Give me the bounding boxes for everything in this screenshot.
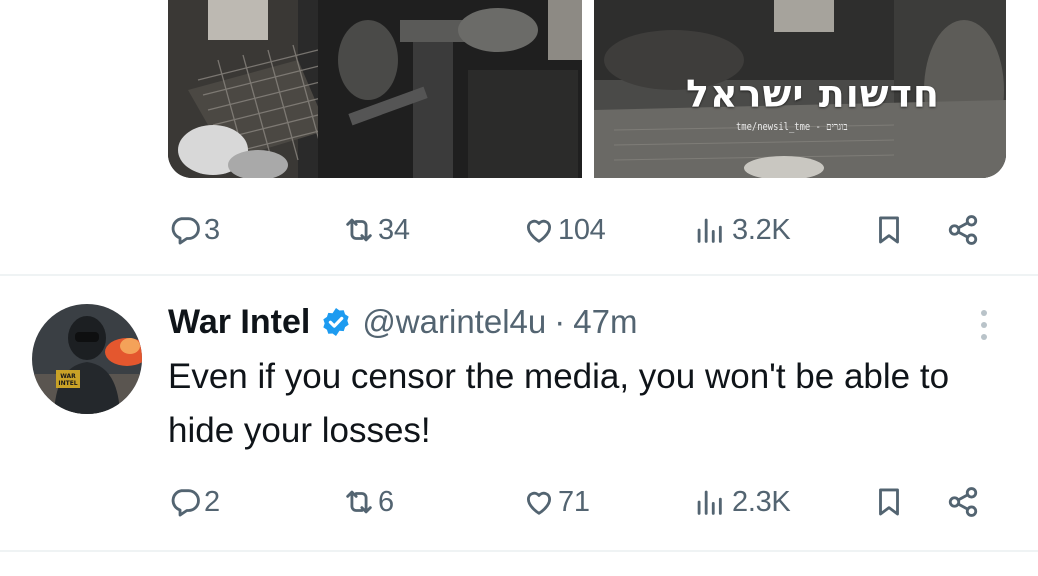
avatar[interactable]: WAR INTEL	[32, 304, 142, 414]
reply-button[interactable]: 3	[168, 210, 220, 250]
like-count: 71	[558, 485, 590, 518]
watermark-subtitle: tme/newsil_tme - בוגרים	[736, 120, 848, 133]
share-icon	[948, 215, 978, 245]
views-icon	[697, 490, 722, 515]
tweet-timestamp[interactable]: 47m	[573, 303, 637, 341]
bookmark-button[interactable]	[872, 210, 906, 250]
share-button[interactable]	[946, 210, 980, 250]
share-button[interactable]	[946, 482, 980, 522]
bookmark-button[interactable]	[872, 482, 906, 522]
views-icon	[697, 218, 722, 243]
tweet-action-bar: 2 6 71 2.3K	[168, 482, 988, 522]
reply-icon	[171, 217, 200, 245]
watermark-title: חדשות ישראל	[686, 72, 941, 116]
like-icon	[526, 219, 552, 243]
header-separator: ·	[554, 303, 566, 340]
tweet-divider	[0, 274, 1038, 276]
damaged-machinery-photo	[168, 0, 582, 178]
avatar-patch-text: WAR	[60, 373, 76, 380]
views-button[interactable]: 3.2K	[692, 210, 791, 250]
bookmark-icon	[879, 216, 899, 244]
avatar-image: WAR INTEL	[32, 304, 142, 414]
like-count: 104	[558, 213, 606, 246]
like-icon	[526, 491, 552, 515]
previous-tweet-action-bar: 3 34 104 3.2K	[168, 210, 988, 250]
tweet-text: Even if you censor the media, you won't …	[168, 357, 950, 450]
author-name[interactable]: War Intel	[168, 303, 310, 342]
author-handle[interactable]: @warintel4u	[362, 303, 546, 341]
repost-button[interactable]: 6	[342, 482, 394, 522]
reply-button[interactable]: 2	[168, 482, 220, 522]
previous-tweet-media-grid: חדשות ישראל tme/newsil_tme - בוגרים	[168, 0, 1006, 178]
views-button[interactable]: 2.3K	[692, 482, 791, 522]
repost-icon	[346, 218, 372, 242]
repost-icon	[346, 490, 372, 514]
share-icon	[948, 487, 978, 517]
media-image-1[interactable]	[168, 0, 582, 178]
like-button[interactable]: 71	[522, 482, 590, 522]
views-count: 2.3K	[732, 485, 791, 518]
repost-button[interactable]: 34	[342, 210, 410, 250]
repost-count: 6	[378, 485, 394, 518]
like-button[interactable]: 104	[522, 210, 606, 250]
reply-count: 2	[204, 485, 220, 518]
tweet-header: War Intel @warintel4u · 47m	[168, 300, 637, 344]
reply-icon	[171, 489, 200, 517]
more-icon	[972, 310, 996, 340]
verified-badge-icon[interactable]	[320, 306, 352, 338]
views-count: 3.2K	[732, 213, 791, 246]
repost-count: 34	[378, 213, 410, 246]
more-options-button[interactable]	[972, 306, 996, 346]
media-image-2[interactable]: חדשות ישראל tme/newsil_tme - בוגרים	[594, 0, 1006, 178]
reply-count: 3	[204, 213, 220, 246]
bookmark-icon	[879, 488, 899, 516]
svg-text:INTEL: INTEL	[58, 380, 77, 387]
tweet-divider	[0, 550, 1038, 552]
